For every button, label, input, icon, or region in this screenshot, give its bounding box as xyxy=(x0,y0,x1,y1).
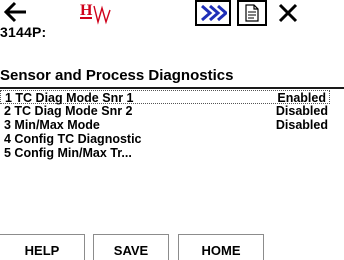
document-icon xyxy=(245,4,259,22)
help-button[interactable]: HELP xyxy=(0,234,85,260)
menu-item-value: Enabled xyxy=(277,91,326,105)
section-title-bar: Sensor and Process Diagnostics xyxy=(0,48,344,84)
close-icon xyxy=(278,3,298,23)
menu-item-config-min-max-tr[interactable]: 5 Config Min/Max Tr... xyxy=(0,146,344,160)
top-toolbar: H 3144P: xyxy=(0,0,344,42)
menu-item-label: 4 Config TC Diagnostic xyxy=(4,132,142,146)
menu-item-tc-diag-mode-snr-2[interactable]: 2 TC Diag Mode Snr 2 Disabled xyxy=(0,104,344,118)
menu-item-tc-diag-mode-snr-1[interactable]: 1 TC Diag Mode Snr 1 Enabled xyxy=(0,90,330,105)
device-tag: 3144P: xyxy=(0,24,47,40)
divider xyxy=(0,87,344,89)
close-button[interactable] xyxy=(273,0,303,26)
menu-item-value: Disabled xyxy=(275,118,328,132)
menu-item-label: 3 Min/Max Mode xyxy=(4,118,100,132)
menu-item-value: Disabled xyxy=(275,104,328,118)
menu-item-min-max-mode[interactable]: 3 Min/Max Mode Disabled xyxy=(0,118,344,132)
page-title: Sensor and Process Diagnostics xyxy=(0,67,234,84)
double-chevron-right-icon xyxy=(201,4,227,22)
more-button[interactable] xyxy=(195,0,231,26)
bottom-button-bar: HELP SAVE HOME xyxy=(0,234,344,260)
home-button[interactable]: HOME xyxy=(178,234,264,260)
menu-item-label: 5 Config Min/Max Tr... xyxy=(4,146,132,160)
save-button[interactable]: SAVE xyxy=(93,234,169,260)
left-arrow-icon xyxy=(3,1,26,23)
menu-item-label: 1 TC Diag Mode Snr 1 xyxy=(5,91,134,105)
menu-item-config-tc-diagnostic[interactable]: 4 Config TC Diagnostic xyxy=(0,132,344,146)
hart-logo: H xyxy=(80,0,122,28)
menu-list: 1 TC Diag Mode Snr 1 Enabled 2 TC Diag M… xyxy=(0,90,344,160)
menu-item-label: 2 TC Diag Mode Snr 2 xyxy=(4,104,133,118)
document-button[interactable] xyxy=(237,0,267,26)
logo-text: H xyxy=(80,2,93,19)
back-button[interactable] xyxy=(3,0,28,24)
